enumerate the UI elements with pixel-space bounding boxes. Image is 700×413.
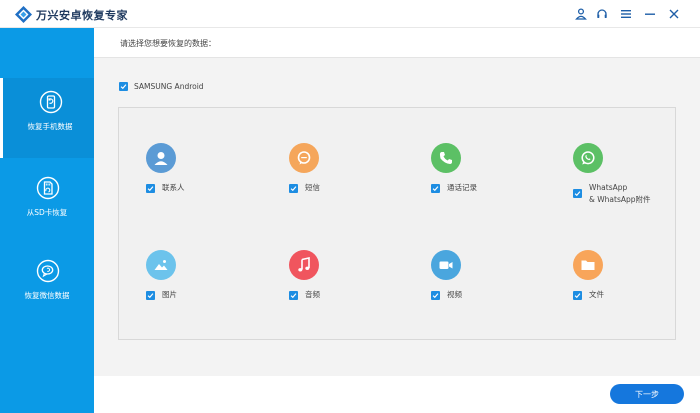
- data-type-label: WhatsApp: [589, 183, 628, 192]
- whatsapp-icon: [573, 143, 603, 173]
- video-icon: [431, 250, 461, 280]
- app-title: 万兴安卓恢复专家: [36, 9, 128, 22]
- data-type-label: 通话记录: [447, 183, 477, 192]
- device-label: SAMSUNG Android: [134, 82, 204, 91]
- message-icon: [289, 143, 319, 173]
- chat-bubble-icon: [36, 259, 60, 283]
- sidebar-item-sd-card[interactable]: 从SD卡恢复: [0, 164, 94, 244]
- contacts-checkbox[interactable]: [146, 184, 155, 193]
- data-type-label: 文件: [589, 290, 604, 299]
- sidebar: 恢复手机数据 从SD卡恢复 恢复微信数据: [0, 28, 94, 413]
- messages-checkbox[interactable]: [289, 184, 298, 193]
- prompt-bar: 请选择您想要恢复的数据：: [94, 28, 700, 58]
- device-checkbox-row[interactable]: SAMSUNG Android: [119, 82, 204, 91]
- data-type-label: 联系人: [162, 183, 185, 192]
- device-checkbox[interactable]: [119, 82, 128, 91]
- files-checkbox[interactable]: [573, 291, 582, 300]
- phone-recover-icon: [39, 90, 63, 114]
- call-logs-checkbox[interactable]: [431, 184, 440, 193]
- whatsapp-checkbox[interactable]: [573, 189, 582, 198]
- sidebar-item-recover-wechat[interactable]: 恢复微信数据: [0, 247, 94, 327]
- video-checkbox[interactable]: [431, 291, 440, 300]
- folder-icon: [573, 250, 603, 280]
- close-icon[interactable]: [666, 6, 682, 22]
- menu-icon[interactable]: [618, 6, 634, 22]
- music-icon: [289, 250, 319, 280]
- contact-icon: [146, 143, 176, 173]
- phone-icon: [431, 143, 461, 173]
- picture-icon: [146, 250, 176, 280]
- app-logo-icon: [15, 6, 32, 23]
- audio-checkbox[interactable]: [289, 291, 298, 300]
- bottom-bar: 下一步: [94, 376, 700, 413]
- title-bar: 万兴安卓恢复专家: [0, 0, 700, 28]
- data-type-label: 短信: [305, 183, 320, 192]
- user-icon[interactable]: [573, 6, 589, 22]
- sidebar-item-recover-phone[interactable]: 恢复手机数据: [0, 78, 94, 158]
- sd-card-icon: [36, 176, 60, 200]
- minimize-icon[interactable]: [642, 6, 658, 22]
- data-type-label: 视频: [447, 290, 462, 299]
- next-button[interactable]: 下一步: [610, 384, 684, 404]
- main-content: SAMSUNG Android 联系人 短信 通话记录 WhatsApp & W…: [94, 58, 700, 376]
- headset-icon[interactable]: [594, 6, 610, 22]
- data-type-label: 图片: [162, 290, 177, 299]
- prompt-text: 请选择您想要恢复的数据：: [120, 39, 216, 48]
- data-type-label-line2: & WhatsApp附件: [589, 195, 651, 204]
- sidebar-item-label: 恢复手机数据: [27, 122, 73, 131]
- sidebar-item-label: 恢复微信数据: [24, 291, 70, 300]
- data-type-label: 音频: [305, 290, 320, 299]
- sidebar-item-label: 从SD卡恢复: [26, 208, 68, 217]
- data-type-panel: 联系人 短信 通话记录 WhatsApp & WhatsApp附件 图片 音频 …: [118, 107, 676, 340]
- pictures-checkbox[interactable]: [146, 291, 155, 300]
